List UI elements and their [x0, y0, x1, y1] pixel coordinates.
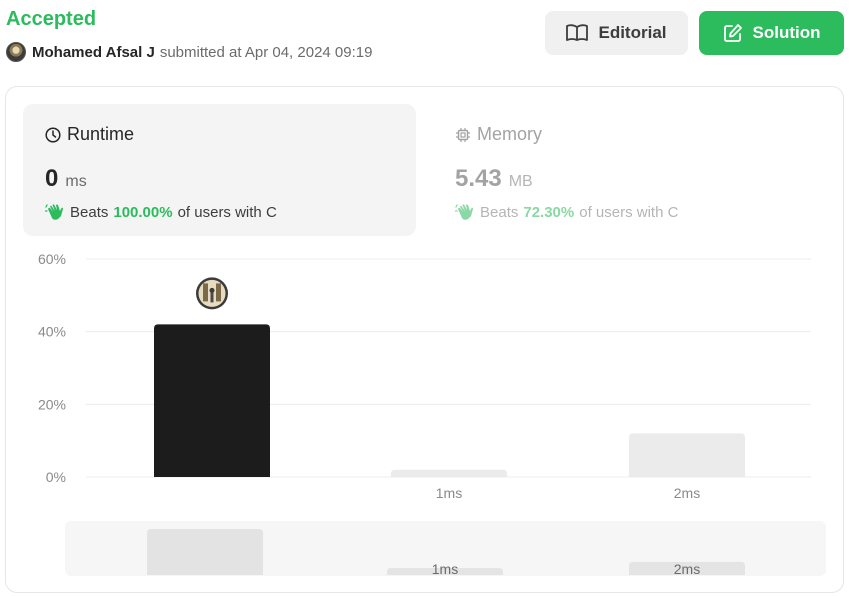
avatar-detail [216, 283, 221, 302]
minimap-tick-label: 1ms [432, 561, 458, 577]
minimap-tick-label: 2ms [674, 561, 700, 577]
runtime-distribution-chart: 0% 20% 40% 60% 1ms 2ms 1ms 2ms [38, 251, 826, 577]
avatar-figure-head [209, 287, 215, 293]
user-marker-avatar [196, 277, 228, 310]
y-tick-label: 60% [38, 251, 66, 267]
avatar-detail [203, 283, 208, 302]
bar-2ms [629, 433, 745, 477]
bar-1ms [391, 469, 507, 477]
x-tick-label: 2ms [674, 485, 700, 501]
avatar-figure-body [210, 292, 214, 303]
y-tick-label: 0% [46, 469, 66, 485]
x-tick-label: 1ms [436, 485, 462, 501]
y-tick-label: 40% [38, 324, 66, 340]
bar-0ms [154, 324, 270, 477]
y-tick-label: 20% [38, 396, 66, 412]
minimap-bar [147, 529, 263, 575]
